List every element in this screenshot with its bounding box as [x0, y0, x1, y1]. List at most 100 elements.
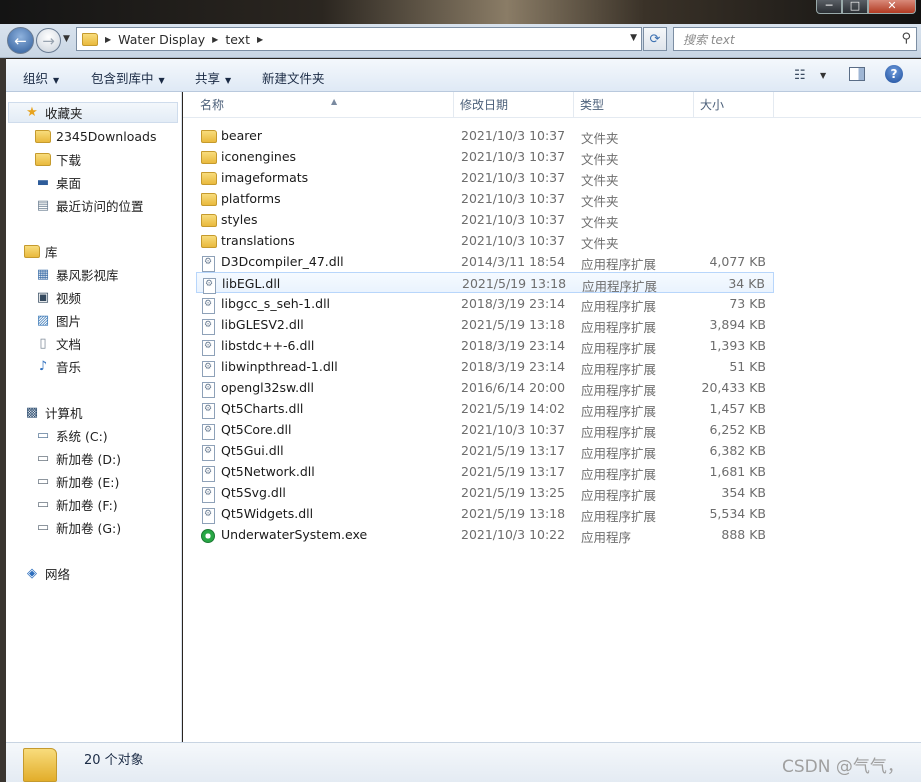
folder-icon [201, 190, 217, 206]
file-type: 文件夹 [581, 215, 619, 230]
file-row[interactable]: libEGL.dll2021/5/19 13:18应用程序扩展34 KB [196, 272, 774, 294]
nav-item-drive-g[interactable]: ▭ 新加卷 (G:) [35, 517, 121, 538]
nav-label: 暴风影视库 [56, 268, 119, 283]
minimize-button[interactable]: ─ [816, 0, 842, 14]
file-row[interactable]: Qt5Network.dll 2021/5/19 13:17 应用程序扩展 1,681… [196, 461, 774, 482]
file-size: 20,433 KB [701, 380, 766, 395]
nav-item-2345downloads[interactable]: 2345Downloads [35, 126, 156, 147]
chevron-right-icon[interactable]: ▶ [257, 35, 263, 44]
share-button[interactable]: 共享 ▼ [195, 68, 231, 87]
file-row[interactable]: Qt5Gui.dll 2021/5/19 13:17 应用程序扩展 6,382 KB [196, 440, 774, 461]
nav-favorites[interactable]: ★ 收藏夹 [8, 102, 178, 123]
dll-file-icon [201, 421, 217, 440]
nav-label: 图片 [56, 314, 82, 329]
include-in-library-button[interactable]: 包含到库中 ▼ [91, 68, 165, 87]
nav-item-documents[interactable]: ▯ 文档 [35, 333, 81, 354]
pictures-icon: ▨ [36, 313, 50, 328]
column-header-type[interactable]: 类型 [574, 92, 694, 118]
chevron-down-icon: ▼ [225, 76, 232, 85]
address-bar[interactable]: ▶ Water Display ▶ text ▶ ▼ [76, 27, 642, 51]
file-row[interactable]: libwinpthread-1.dll 2018/3/19 23:14 应用程序扩展… [196, 356, 774, 377]
file-row[interactable]: imageformats 2021/10/3 10:37 文件夹 [196, 167, 774, 188]
file-row[interactable]: Qt5Widgets.dll 2021/5/19 13:18 应用程序扩展 5,534… [196, 503, 774, 524]
maximize-button[interactable]: □ [842, 0, 868, 14]
nav-label: 新加卷 (E:) [56, 475, 120, 490]
file-row[interactable]: opengl32sw.dll 2016/6/14 20:00 应用程序扩展 20,43… [196, 377, 774, 398]
dll-file-icon [201, 442, 217, 461]
new-folder-button[interactable]: 新建文件夹 [262, 68, 325, 87]
drive-icon: ▭ [36, 520, 50, 535]
file-modified: 2021/5/19 13:18 [462, 276, 567, 291]
nav-label: 收藏夹 [45, 106, 83, 121]
chevron-right-icon[interactable]: ▶ [105, 35, 111, 44]
music-icon: ♪ [38, 359, 48, 374]
file-type: 应用程序扩展 [581, 362, 657, 377]
file-row[interactable]: D3Dcompiler_47.dll 2014/3/11 18:54 应用程序扩展 4… [196, 251, 774, 272]
file-name: UnderwaterSystem.exe [221, 527, 368, 542]
nav-item-baofeng-library[interactable]: ▦ 暴风影视库 [35, 264, 119, 285]
nav-item-pictures[interactable]: ▨ 图片 [35, 310, 81, 331]
view-options-icon[interactable]: ☷ [794, 68, 806, 83]
file-row[interactable]: styles 2021/10/3 10:37 文件夹 [196, 209, 774, 230]
search-icon[interactable]: ⚲ [901, 31, 911, 46]
file-name: libEGL.dll [222, 276, 281, 291]
address-dropdown[interactable]: ▼ [630, 33, 637, 43]
file-row[interactable]: Qt5Svg.dll 2021/5/19 13:25 应用程序扩展 354 KB [196, 482, 774, 503]
file-row[interactable]: libstdc++-6.dll 2018/3/19 23:14 应用程序扩展 1,39… [196, 335, 774, 356]
back-button[interactable]: ← [7, 27, 34, 54]
file-row[interactable]: libgcc_s_seh-1.dll 2018/3/19 23:14 应用程序扩展 7… [196, 293, 774, 314]
file-row[interactable]: iconengines 2021/10/3 10:37 文件夹 [196, 146, 774, 167]
folder-icon [201, 169, 217, 185]
nav-item-music[interactable]: ♪ 音乐 [35, 356, 81, 377]
arrow-right-icon: → [42, 31, 55, 50]
file-row[interactable]: translations 2021/10/3 10:37 文件夹 [196, 230, 774, 251]
nav-item-drive-d[interactable]: ▭ 新加卷 (D:) [35, 448, 121, 469]
organize-button[interactable]: 组织 ▼ [23, 68, 59, 87]
forward-button[interactable]: → [36, 28, 61, 53]
file-name: libgcc_s_seh-1.dll [221, 296, 331, 311]
help-icon[interactable]: ? [885, 65, 903, 83]
nav-label: 文档 [56, 337, 82, 352]
breadcrumb-text[interactable]: text [225, 32, 250, 47]
file-name: Qt5Network.dll [221, 464, 315, 479]
nav-network[interactable]: ◈ 网络 [24, 563, 70, 584]
dll-file-icon [201, 253, 217, 272]
file-row[interactable]: bearer 2021/10/3 10:37 文件夹 [196, 125, 774, 146]
desktop-icon: ▬ [36, 175, 50, 190]
file-size: 1,681 KB [709, 464, 766, 479]
nav-label: 计算机 [45, 406, 83, 421]
chevron-down-icon[interactable]: ▼ [820, 71, 826, 80]
file-row[interactable]: Qt5Charts.dll 2021/5/19 14:02 应用程序扩展 1,457 … [196, 398, 774, 419]
file-name: libwinpthread-1.dll [221, 359, 338, 374]
file-row[interactable]: UnderwaterSystem.exe 2021/10/3 10:22 应用程序 8… [196, 524, 774, 545]
nav-item-videos[interactable]: ▣ 视频 [35, 287, 81, 308]
nav-item-drive-f[interactable]: ▭ 新加卷 (F:) [35, 494, 118, 515]
file-row[interactable]: libGLESV2.dll 2021/5/19 13:18 应用程序扩展 3,894 … [196, 314, 774, 335]
column-header-modified[interactable]: 修改日期 [454, 92, 574, 118]
network-icon: ◈ [27, 566, 37, 581]
file-row[interactable]: Qt5Core.dll 2021/10/3 10:37 应用程序扩展 6,252 KB [196, 419, 774, 440]
preview-pane-icon[interactable] [849, 67, 865, 81]
file-row[interactable]: platforms 2021/10/3 10:37 文件夹 [196, 188, 774, 209]
chevron-right-icon[interactable]: ▶ [212, 35, 218, 44]
nav-item-drive-e[interactable]: ▭ 新加卷 (E:) [35, 471, 120, 492]
nav-computer[interactable]: ▩ 计算机 [24, 402, 83, 423]
nav-item-downloads[interactable]: 下载 [35, 149, 81, 170]
file-name: Qt5Widgets.dll [221, 506, 314, 521]
nav-item-desktop[interactable]: ▬ 桌面 [35, 172, 81, 193]
folder-icon [35, 129, 51, 145]
recent-pages-dropdown[interactable]: ▼ [63, 34, 70, 44]
nav-item-drive-c[interactable]: ▭ 系统 (C:) [35, 425, 108, 446]
file-size: 4,077 KB [709, 254, 766, 269]
nav-libraries[interactable]: 库 [24, 241, 58, 262]
close-button[interactable]: ✕ [868, 0, 916, 14]
refresh-button[interactable]: ⟳ [643, 27, 667, 51]
column-header-name[interactable]: 名称 ▲ [194, 92, 454, 118]
address-row: ← → ▼ ▶ Water Display ▶ text ▶ ▼ ⟳ 搜索 te… [0, 24, 921, 58]
column-label: 名称 [200, 98, 225, 112]
nav-item-recent-places[interactable]: ▤ 最近访问的位置 [35, 195, 144, 216]
breadcrumb-water-display[interactable]: Water Display [118, 32, 205, 47]
search-input[interactable]: 搜索 text ⚲ [673, 27, 917, 51]
nav-label: 网络 [45, 567, 71, 582]
column-header-size[interactable]: 大小 [694, 92, 774, 118]
